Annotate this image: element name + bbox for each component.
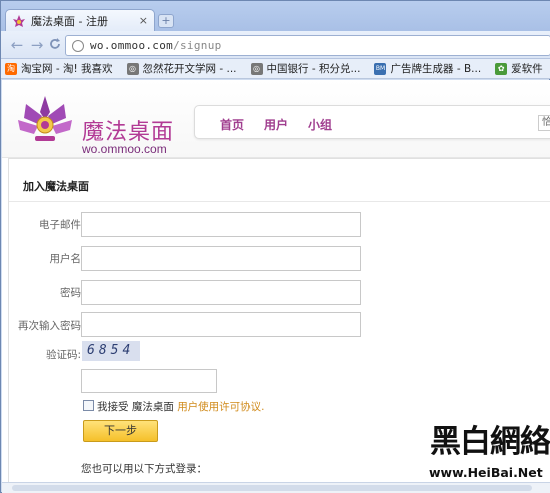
bookmark-item[interactable]: 淘淘宝网 - 淘! 我喜欢	[5, 61, 113, 76]
watermark-url: www.HeiBai.Net	[429, 465, 543, 480]
close-tab-icon[interactable]: ×	[139, 14, 148, 27]
bookmark-item[interactable]: ◎ 中国银行 - 积分兑...	[250, 61, 361, 76]
scrollbar-thumb[interactable]	[12, 485, 532, 491]
username-label: 用户名	[49, 253, 82, 265]
browser-window: 魔法桌面 - 注册 × + ← → wo.ommoo.com/signup 淘淘…	[0, 0, 550, 493]
nav-users[interactable]: 用户	[264, 116, 288, 133]
bookmark-label: 忽然花开文学网 - ...	[142, 63, 237, 75]
watermark-logo: 黑白網絡	[430, 424, 550, 460]
back-arrow-icon[interactable]: ←	[9, 37, 25, 53]
horizontal-scrollbar[interactable]	[2, 482, 550, 493]
bookmark-label: 中国银行 - 积分兑...	[266, 63, 361, 75]
next-button[interactable]: 下一步	[83, 420, 158, 442]
email-field[interactable]	[81, 212, 361, 237]
confirm-password-label: 再次输入密码	[18, 320, 81, 332]
bookmark-item[interactable]: ◎ 忽然花开文学网 - ...	[126, 61, 237, 76]
email-label: 电子邮件	[39, 219, 81, 231]
site-nav: 首页 用户 小组 恰	[194, 105, 550, 139]
password-label: 密码	[60, 287, 81, 299]
license-link[interactable]: 用户使用许可协议.	[177, 401, 264, 413]
bookmark-item[interactable]: ✿ 爱软件	[495, 61, 543, 76]
reload-icon[interactable]	[47, 37, 63, 53]
page-globe-icon	[72, 39, 84, 52]
alt-login-text: 您也可以用以下方式登录：	[81, 463, 207, 475]
username-field[interactable]	[81, 246, 361, 271]
globe-icon: ◎	[126, 62, 139, 75]
page-title: 加入魔法桌面	[23, 180, 89, 193]
captcha-field[interactable]	[81, 369, 217, 393]
agree-checkbox[interactable]	[83, 400, 94, 411]
bookmark-label: 广告牌生成器 - B...	[390, 63, 482, 75]
page-viewport: 魔法桌面 wo.ommoo.com 首页 用户 小组 恰 加入魔法桌面 电子邮件…	[2, 80, 550, 482]
bm-icon: BM	[374, 62, 387, 75]
forward-arrow-icon[interactable]: →	[29, 37, 45, 53]
captcha-image[interactable]: 6854	[82, 341, 140, 361]
address-bar[interactable]: wo.ommoo.com/signup	[65, 35, 550, 56]
bookmark-item[interactable]: BM 广告牌生成器 - B...	[374, 61, 481, 76]
lotus-logo-icon	[18, 96, 72, 141]
bookmark-label: 淘宝网 - 淘! 我喜欢	[21, 63, 113, 75]
logo-url: wo.ommoo.com	[82, 142, 167, 156]
title-divider	[9, 201, 550, 202]
tab-signup[interactable]: 魔法桌面 - 注册 ×	[5, 9, 155, 31]
leaf-icon: ✿	[495, 62, 508, 75]
site-logo[interactable]: 魔法桌面 wo.ommoo.com	[16, 92, 176, 156]
lotus-favicon-icon	[12, 14, 26, 28]
nav-home[interactable]: 首页	[220, 116, 244, 133]
nav-groups[interactable]: 小组	[308, 116, 332, 133]
site-header: 魔法桌面 wo.ommoo.com 首页 用户 小组 恰	[2, 80, 550, 158]
password-field[interactable]	[81, 280, 361, 305]
globe-icon: ◎	[250, 62, 263, 75]
agree-text: 我接受 魔法桌面 用户使用许可协议.	[97, 401, 265, 413]
captcha-label: 验证码:	[45, 349, 81, 361]
browser-toolbar: ← → wo.ommoo.com/signup	[1, 31, 550, 59]
confirm-password-field[interactable]	[81, 312, 361, 337]
bookmarks-bar: 淘淘宝网 - 淘! 我喜欢 ◎ 忽然花开文学网 - ... ◎ 中国银行 - 积分兑..…	[1, 59, 550, 79]
taobao-icon: 淘	[5, 62, 17, 75]
tab-strip: 魔法桌面 - 注册 × +	[1, 1, 550, 31]
site-search-input[interactable]: 恰	[538, 115, 550, 131]
url-text: wo.ommoo.com/signup	[90, 39, 222, 52]
tab-title: 魔法桌面 - 注册	[31, 14, 108, 28]
new-tab-button[interactable]: +	[158, 14, 174, 28]
bookmark-label: 爱软件	[511, 63, 543, 75]
